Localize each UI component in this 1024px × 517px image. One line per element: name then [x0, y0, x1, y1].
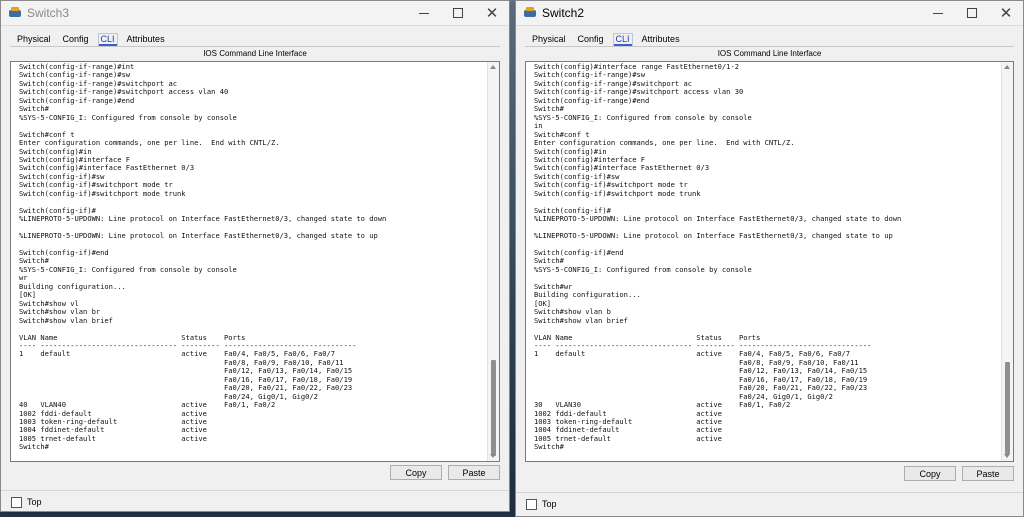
scroll-down-icon[interactable]	[1004, 454, 1010, 458]
tab-cli[interactable]: CLI	[95, 32, 121, 47]
minimize-button[interactable]	[407, 1, 441, 25]
close-button[interactable]: ✕	[989, 1, 1023, 25]
minimize-icon	[933, 12, 943, 14]
bottom-bar: Top	[1, 490, 509, 513]
minimize-icon	[419, 12, 429, 14]
window-title: Switch3	[27, 6, 70, 20]
desktop: Switch3 ✕ Physical Config CLI Attributes…	[0, 0, 1024, 517]
switch2-titlebar[interactable]: Switch2 ✕	[516, 1, 1023, 26]
window-controls: ✕	[407, 1, 509, 25]
scroll-up-icon[interactable]	[490, 65, 496, 69]
minimize-button[interactable]	[921, 1, 955, 25]
terminal-scrollbar[interactable]	[1001, 62, 1013, 461]
close-icon: ✕	[999, 4, 1013, 22]
switch3-titlebar[interactable]: Switch3 ✕	[1, 1, 509, 26]
copy-button[interactable]: Copy	[904, 466, 956, 481]
top-label: Top	[542, 499, 557, 509]
tab-attributes[interactable]: Attributes	[121, 32, 171, 47]
cli-terminal[interactable]: Switch(config-if-range)#int Switch(confi…	[10, 61, 500, 462]
panel-title: IOS Command Line Interface	[525, 46, 1014, 61]
tab-cli[interactable]: CLI	[610, 32, 636, 47]
maximize-icon	[967, 8, 977, 18]
maximize-button[interactable]	[955, 1, 989, 25]
tab-bar: Physical Config CLI Attributes	[516, 29, 1023, 47]
packet-tracer-icon	[8, 6, 22, 20]
switch3-window: Switch3 ✕ Physical Config CLI Attributes…	[0, 0, 510, 512]
terminal-scrollbar[interactable]	[487, 62, 499, 461]
paste-button[interactable]: Paste	[448, 465, 500, 480]
tab-physical[interactable]: Physical	[526, 32, 572, 47]
panel-title: IOS Command Line Interface	[10, 46, 500, 61]
tab-attributes[interactable]: Attributes	[636, 32, 686, 47]
tab-config[interactable]: Config	[57, 32, 95, 47]
cli-panel: IOS Command Line Interface Switch(config…	[10, 46, 500, 462]
terminal-output[interactable]: Switch(config-if-range)#int Switch(confi…	[11, 62, 499, 452]
switch2-window: Switch2 ✕ Physical Config CLI Attributes…	[515, 0, 1024, 517]
paste-button[interactable]: Paste	[962, 466, 1014, 481]
copy-button[interactable]: Copy	[390, 465, 442, 480]
cli-panel: IOS Command Line Interface Switch(config…	[525, 46, 1014, 462]
scroll-down-icon[interactable]	[490, 454, 496, 458]
packet-tracer-icon	[523, 6, 537, 20]
top-checkbox[interactable]	[526, 498, 537, 510]
window-title: Switch2	[542, 6, 585, 20]
scroll-thumb[interactable]	[1005, 362, 1010, 454]
tab-physical[interactable]: Physical	[11, 32, 57, 47]
maximize-icon	[453, 8, 463, 18]
window-controls: ✕	[921, 1, 1023, 25]
maximize-button[interactable]	[441, 1, 475, 25]
terminal-output[interactable]: Switch(config)#interface range FastEther…	[526, 62, 1013, 452]
tab-config[interactable]: Config	[572, 32, 610, 47]
scroll-up-icon[interactable]	[1004, 65, 1010, 69]
button-row: Copy Paste	[390, 465, 500, 480]
top-label: Top	[27, 497, 42, 507]
scroll-thumb[interactable]	[491, 360, 496, 456]
bottom-bar: Top	[516, 492, 1023, 515]
top-checkbox[interactable]	[11, 496, 22, 508]
close-button[interactable]: ✕	[475, 1, 509, 25]
close-icon: ✕	[485, 4, 499, 22]
cli-terminal[interactable]: Switch(config)#interface range FastEther…	[525, 61, 1014, 462]
tab-bar: Physical Config CLI Attributes	[1, 29, 509, 47]
button-row: Copy Paste	[904, 466, 1014, 481]
